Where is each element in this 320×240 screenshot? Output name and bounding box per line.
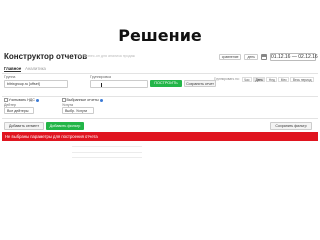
divider	[2, 96, 318, 97]
tab-analytics[interactable]: Аналитика	[25, 66, 46, 72]
group-field[interactable]: bitrixgroup.ru [offset]	[4, 80, 68, 88]
service-select[interactable]: Выбр. Услуги	[62, 107, 94, 114]
error-banner: Не выбраны параметры для построения отче…	[2, 132, 318, 141]
seg-option-all[interactable]: Весь период	[290, 77, 314, 82]
divider	[2, 118, 318, 119]
seg-option-day[interactable]: День	[253, 77, 266, 82]
checkbox-box[interactable]	[62, 98, 66, 102]
add-filter-button[interactable]: Добавить фильтр	[46, 122, 84, 130]
group-label: Группа	[4, 75, 16, 79]
calendar-icon[interactable]	[261, 54, 267, 60]
tab-main[interactable]: Главное	[4, 66, 22, 72]
placeholder-line	[72, 146, 142, 147]
save-report-button[interactable]: Сохранить отчет	[184, 80, 216, 87]
grouping-segmented-control: Группировать по: Час День Нед Мес Весь п…	[214, 77, 314, 82]
vat-checkbox[interactable]: Учитывать НДС	[4, 98, 39, 102]
selected-reports-checkbox[interactable]: Выбранные отчеты	[62, 98, 103, 102]
grouping-label: Группировка	[90, 75, 111, 79]
tabs: Главное Аналитика	[4, 66, 46, 72]
header-controls: сравнение день 01.12.16 — 02.12.16	[218, 52, 318, 62]
save-filter-button[interactable]: Сохранить фильтр	[270, 122, 312, 130]
page-subtitle: Это бизнес-оп для анализа продаж	[76, 54, 136, 58]
seg-option-week[interactable]: Нед	[266, 77, 278, 82]
slide-title: Решение	[118, 26, 202, 45]
text-caret	[101, 82, 102, 87]
vat-checkbox-label: Учитывать НДС	[8, 98, 35, 102]
checkbox-box[interactable]	[4, 98, 8, 102]
date-range-field[interactable]: 01.12.16 — 02.12.16	[270, 53, 318, 61]
info-dot-icon	[99, 98, 103, 102]
placeholder-line	[72, 151, 142, 153]
info-dot-icon	[35, 98, 39, 102]
seg-option-month[interactable]: Мес	[278, 77, 290, 82]
seg-option-hour[interactable]: Час	[241, 77, 253, 82]
page-title: Конструктор отчетов	[4, 52, 88, 61]
grouping-field[interactable]	[90, 80, 148, 88]
divider	[2, 73, 318, 74]
selected-reports-label: Выбранные отчеты	[66, 98, 99, 102]
empty-placeholder	[72, 146, 142, 163]
add-segment-button[interactable]: Добавить сегмент	[4, 122, 44, 130]
segmented-label: Группировать по:	[214, 77, 240, 82]
dealer-select[interactable]: Все дейтеры	[4, 107, 34, 114]
report-builder-screen: Конструктор отчетов Это бизнес-оп для ан…	[2, 52, 318, 175]
compare-select[interactable]: сравнение	[218, 54, 242, 60]
build-button[interactable]: ПОСТРОИТЬ	[150, 80, 182, 87]
period-select[interactable]: день	[244, 54, 258, 60]
placeholder-line	[72, 157, 142, 158]
